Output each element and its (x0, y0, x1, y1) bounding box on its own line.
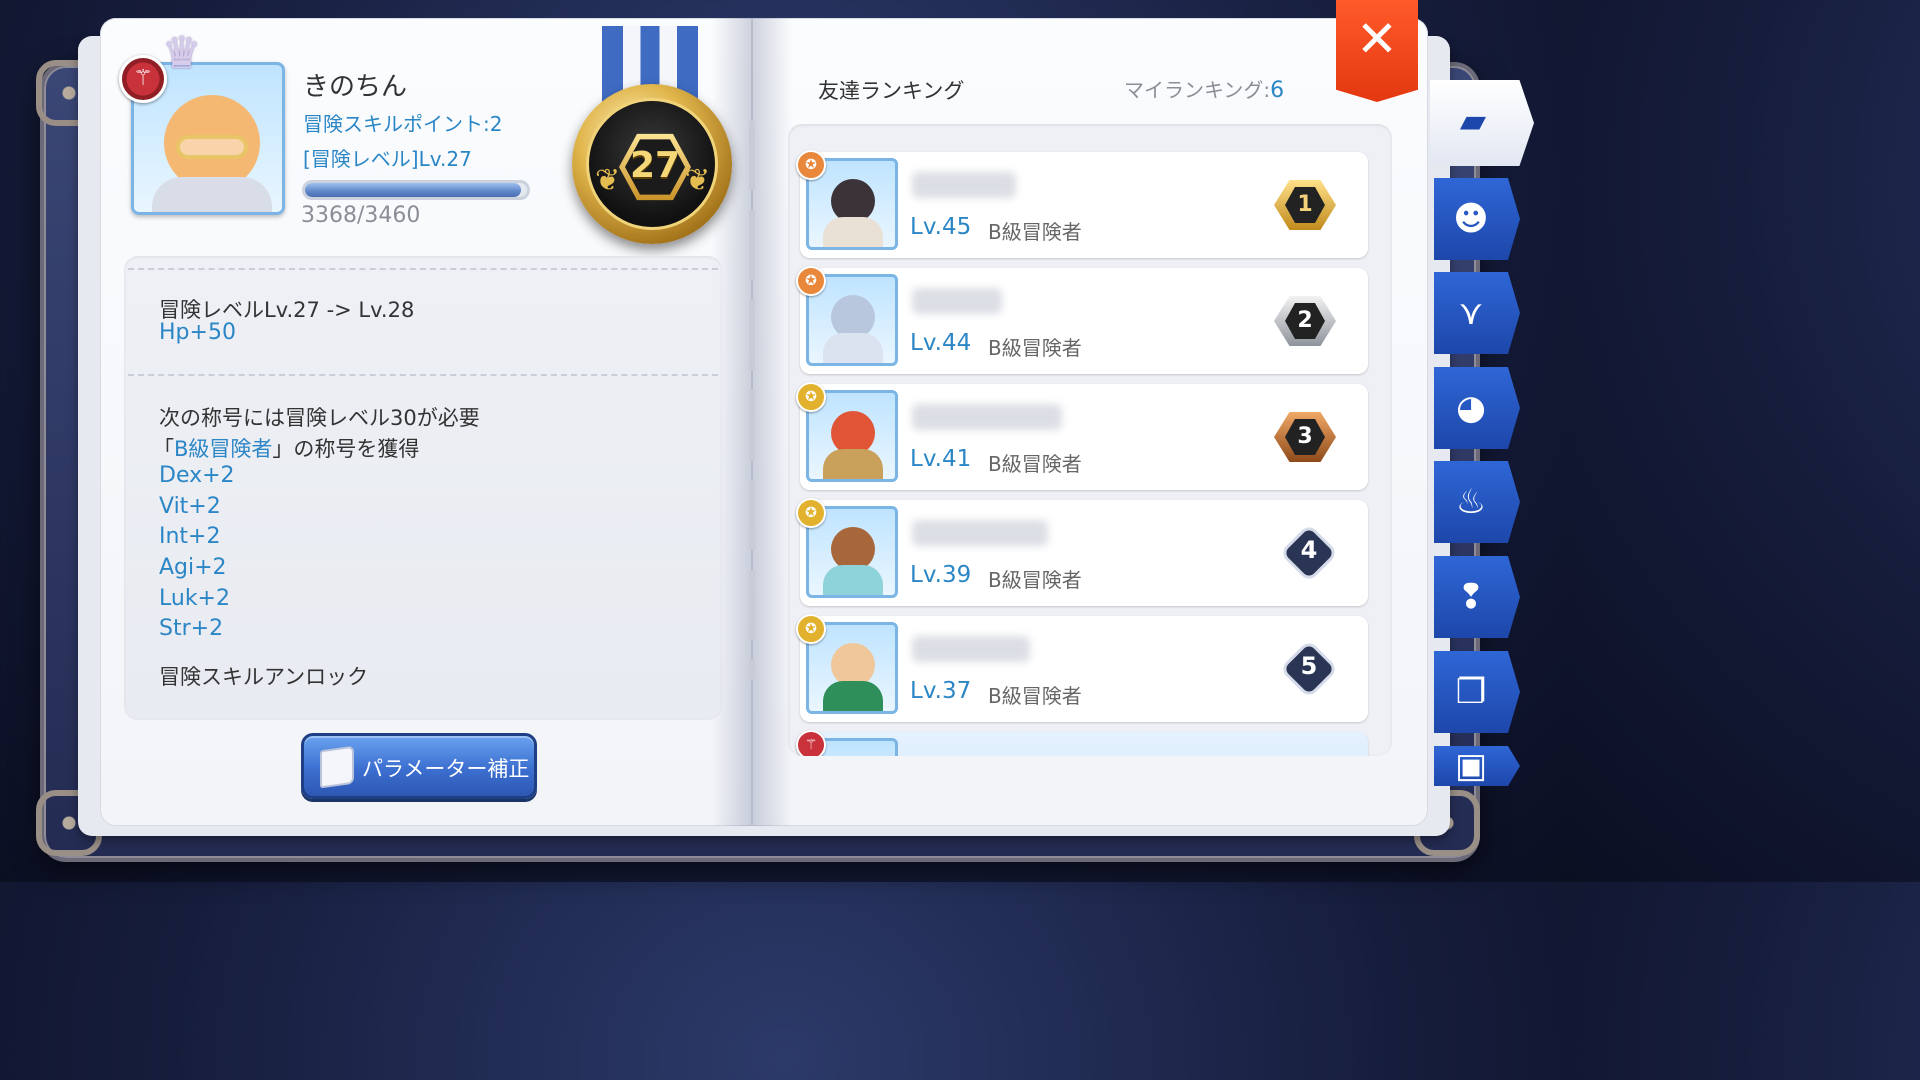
title-award: 「B級冒険者」の称号を獲得 (153, 433, 419, 463)
avatar-body (823, 681, 883, 711)
my-ranking: マイランキング:6 (1124, 74, 1284, 103)
xp-text: 3368/3460 (301, 203, 421, 228)
friend-name-blurred (912, 288, 1002, 314)
class-badge-icon: ✪ (796, 266, 826, 296)
quest-head-icon: ❢ (1456, 577, 1486, 617)
divider (128, 374, 718, 376)
friend-name-blurred (912, 172, 1016, 198)
class-badge-icon: ✪ (796, 150, 826, 180)
ranking-row[interactable]: ✪ Lv.45 B級冒険者 1 (796, 150, 1368, 258)
friend-name-blurred (912, 404, 1062, 430)
class-badge-icon: ✪ (796, 614, 826, 644)
tab-pets[interactable]: ◕ (1434, 367, 1520, 449)
xp-bar (302, 180, 530, 200)
card-icon: ▣ (1454, 746, 1488, 786)
friend-name-blurred (912, 520, 1048, 546)
friend-title: B級冒険者 (988, 220, 1082, 244)
open-book-icon: ❐ (1455, 672, 1487, 712)
tab-quests[interactable]: ❢ (1434, 556, 1520, 638)
stat-bonus: Vit+2 (159, 494, 221, 519)
tab-monsters[interactable]: ☻ (1434, 178, 1520, 260)
guild-emblem-icon: ⚚ (119, 55, 167, 103)
stat-bonus: Str+2 (159, 616, 224, 641)
guild-emblem-icon: ⚚ (796, 730, 826, 756)
avatar-body (823, 449, 883, 479)
avatar-body (152, 177, 272, 212)
parameter-adjust-button[interactable]: パラメーター補正 (301, 733, 537, 799)
player-name: きのちん (303, 72, 408, 102)
class-badge-icon: ✪ (796, 382, 826, 412)
tab-cards[interactable]: ▣ (1434, 746, 1520, 786)
friend-level: Lv.37 (910, 678, 972, 704)
close-icon: ✕ (1356, 10, 1398, 68)
title-name-link[interactable]: B級冒険者 (174, 437, 272, 461)
cat-face-icon: ☻ (1453, 199, 1489, 239)
friend-level: Lv.45 (910, 214, 972, 240)
parameter-adjust-label: パラメーター補正 (362, 757, 530, 781)
adventure-level: [冒険レベル]Lv.27 (303, 147, 472, 171)
rank-number: 4 (1300, 536, 1318, 564)
close-button[interactable]: ✕ (1336, 0, 1418, 102)
skill-points: 冒険スキルポイント:2 (303, 112, 503, 136)
title-award-prefix: 「 (153, 437, 174, 461)
hp-bonus: Hp+50 (159, 320, 236, 345)
medal-face: ❦ ❦ 27 (586, 98, 718, 230)
level-info-panel: 冒険レベルLv.27 -> Lv.28 Hp+50 次の称号には冒険レベル30が… (124, 256, 722, 720)
class-badge-icon: ✪ (796, 498, 826, 528)
ranking-row-self[interactable]: ⚚ (796, 730, 1368, 756)
avatar-body (823, 565, 883, 595)
friend-title: B級冒険者 (988, 568, 1082, 592)
ranking-row[interactable]: ✪ Lv.44 B級冒険者 2 (796, 266, 1368, 374)
level-medal: ❦ ❦ 27 (572, 84, 732, 244)
divider (128, 268, 718, 270)
tab-headgear[interactable]: ⋎ (1434, 272, 1520, 354)
friend-level: Lv.39 (910, 562, 972, 588)
friend-level: Lv.41 (910, 446, 972, 472)
book-icon: ▰ (1459, 101, 1487, 141)
book-spine-binding (749, 120, 755, 680)
horns-icon: ⋎ (1458, 293, 1484, 333)
my-ranking-value: 6 (1270, 78, 1285, 103)
book-icon (320, 745, 354, 789)
ranking-row[interactable]: ✪ Lv.39 B級冒険者 4 (796, 498, 1368, 606)
tab-lore[interactable]: ❐ (1434, 651, 1520, 733)
friend-name-blurred (912, 636, 1030, 662)
glasses-icon (176, 135, 248, 159)
stat-bonus: Int+2 (159, 524, 221, 549)
ranking-list[interactable]: ✪ Lv.45 B級冒険者 1 ✪ Lv.44 B級冒険者 2 ✪ Lv.41 … (788, 124, 1392, 756)
stat-bonus: Dex+2 (159, 463, 235, 488)
friend-level: Lv.44 (910, 330, 972, 356)
xp-bar-fill (305, 183, 521, 197)
avatar-body (823, 217, 883, 247)
friend-title: B級冒険者 (988, 336, 1082, 360)
medal-level-number: 27 (629, 145, 681, 186)
pet-face-icon: ◕ (1456, 388, 1486, 428)
chef-hat-icon: ♨ (1455, 482, 1487, 522)
avatar-body (823, 333, 883, 363)
tab-adventure-book[interactable]: ▰ (1430, 80, 1534, 166)
stat-bonus: Agi+2 (159, 555, 227, 580)
friend-title: B級冒険者 (988, 452, 1082, 476)
title-award-suffix: 」の称号を獲得 (272, 437, 420, 461)
ranking-row[interactable]: ✪ Lv.37 B級冒険者 5 (796, 614, 1368, 722)
tab-cooking[interactable]: ♨ (1434, 461, 1520, 543)
stat-bonus: Luk+2 (159, 586, 230, 611)
rank-number: 5 (1300, 652, 1318, 680)
skill-unlock-text: 冒険スキルアンロック (159, 665, 369, 689)
friend-ranking-title: 友達ランキング (818, 79, 965, 103)
ranking-row[interactable]: ✪ Lv.41 B級冒険者 3 (796, 382, 1368, 490)
crown-icon: ♛ (162, 28, 202, 79)
friend-title: B級冒険者 (988, 684, 1082, 708)
my-ranking-label: マイランキング: (1124, 78, 1271, 102)
next-title-requirement: 次の称号には冒険レベル30が必要 (159, 406, 480, 430)
